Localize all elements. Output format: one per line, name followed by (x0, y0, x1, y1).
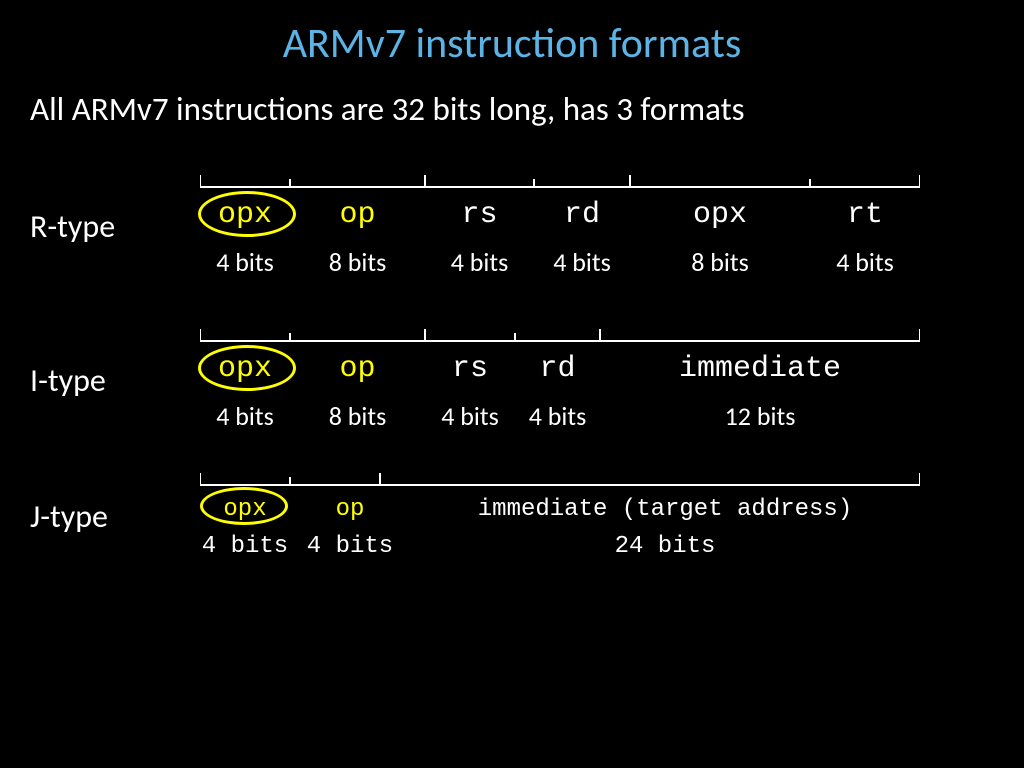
rtype-bits-4: 8 bits (630, 246, 810, 278)
itype-bits-0: 4 bits (200, 400, 290, 432)
jtype-label: J-type (30, 467, 200, 536)
slide-subtitle: All ARMv7 instructions are 32 bits long,… (0, 69, 1024, 139)
itype-field-imm: immediate (600, 352, 920, 386)
itype-field-rd: rd (515, 352, 600, 386)
rtype-field-rs: rs (425, 198, 534, 232)
itype-field-op: op (290, 352, 425, 386)
rtype-label: R-type (30, 169, 200, 246)
rtype-bits-0: 4 bits (200, 246, 290, 278)
rtype-block: R-type opx op rs rd opx rt 4 bits 8 bits… (0, 169, 1024, 278)
itype-bits-3: 4 bits (515, 400, 600, 432)
itype-bits-2: 4 bits (425, 400, 515, 432)
slide-title: ARMv7 instruction formats (0, 0, 1024, 69)
itype-label: I-type (30, 323, 200, 400)
jtype-field-op: op (290, 496, 410, 523)
jtype-ruler (200, 467, 920, 487)
rtype-field-opx1: opx (200, 198, 290, 232)
rtype-bits-5: 4 bits (810, 246, 920, 278)
jtype-bits-2: 24 bits (410, 533, 920, 560)
jtype-block: J-type opx op immediate (target address)… (0, 467, 1024, 560)
rtype-ruler (200, 169, 920, 189)
itype-block: I-type opx op rs rd immediate 4 bits 8 b… (0, 323, 1024, 432)
rtype-bits-3: 4 bits (534, 246, 630, 278)
itype-field-opx: opx (200, 352, 290, 386)
rtype-field-op: op (290, 198, 425, 232)
rtype-field-rt: rt (810, 198, 920, 232)
rtype-bits-1: 8 bits (290, 246, 425, 278)
jtype-field-imm: immediate (target address) (410, 496, 920, 523)
jtype-field-opx: opx (200, 496, 290, 523)
jtype-bits-0: 4 bits (200, 533, 290, 560)
itype-bits-1: 8 bits (290, 400, 425, 432)
itype-ruler (200, 323, 920, 343)
rtype-field-opx2: opx (630, 198, 810, 232)
rtype-bits-2: 4 bits (425, 246, 534, 278)
rtype-field-rd: rd (534, 198, 630, 232)
itype-bits-4: 12 bits (600, 400, 920, 432)
jtype-bits-1: 4 bits (290, 533, 410, 560)
itype-field-rs: rs (425, 352, 515, 386)
